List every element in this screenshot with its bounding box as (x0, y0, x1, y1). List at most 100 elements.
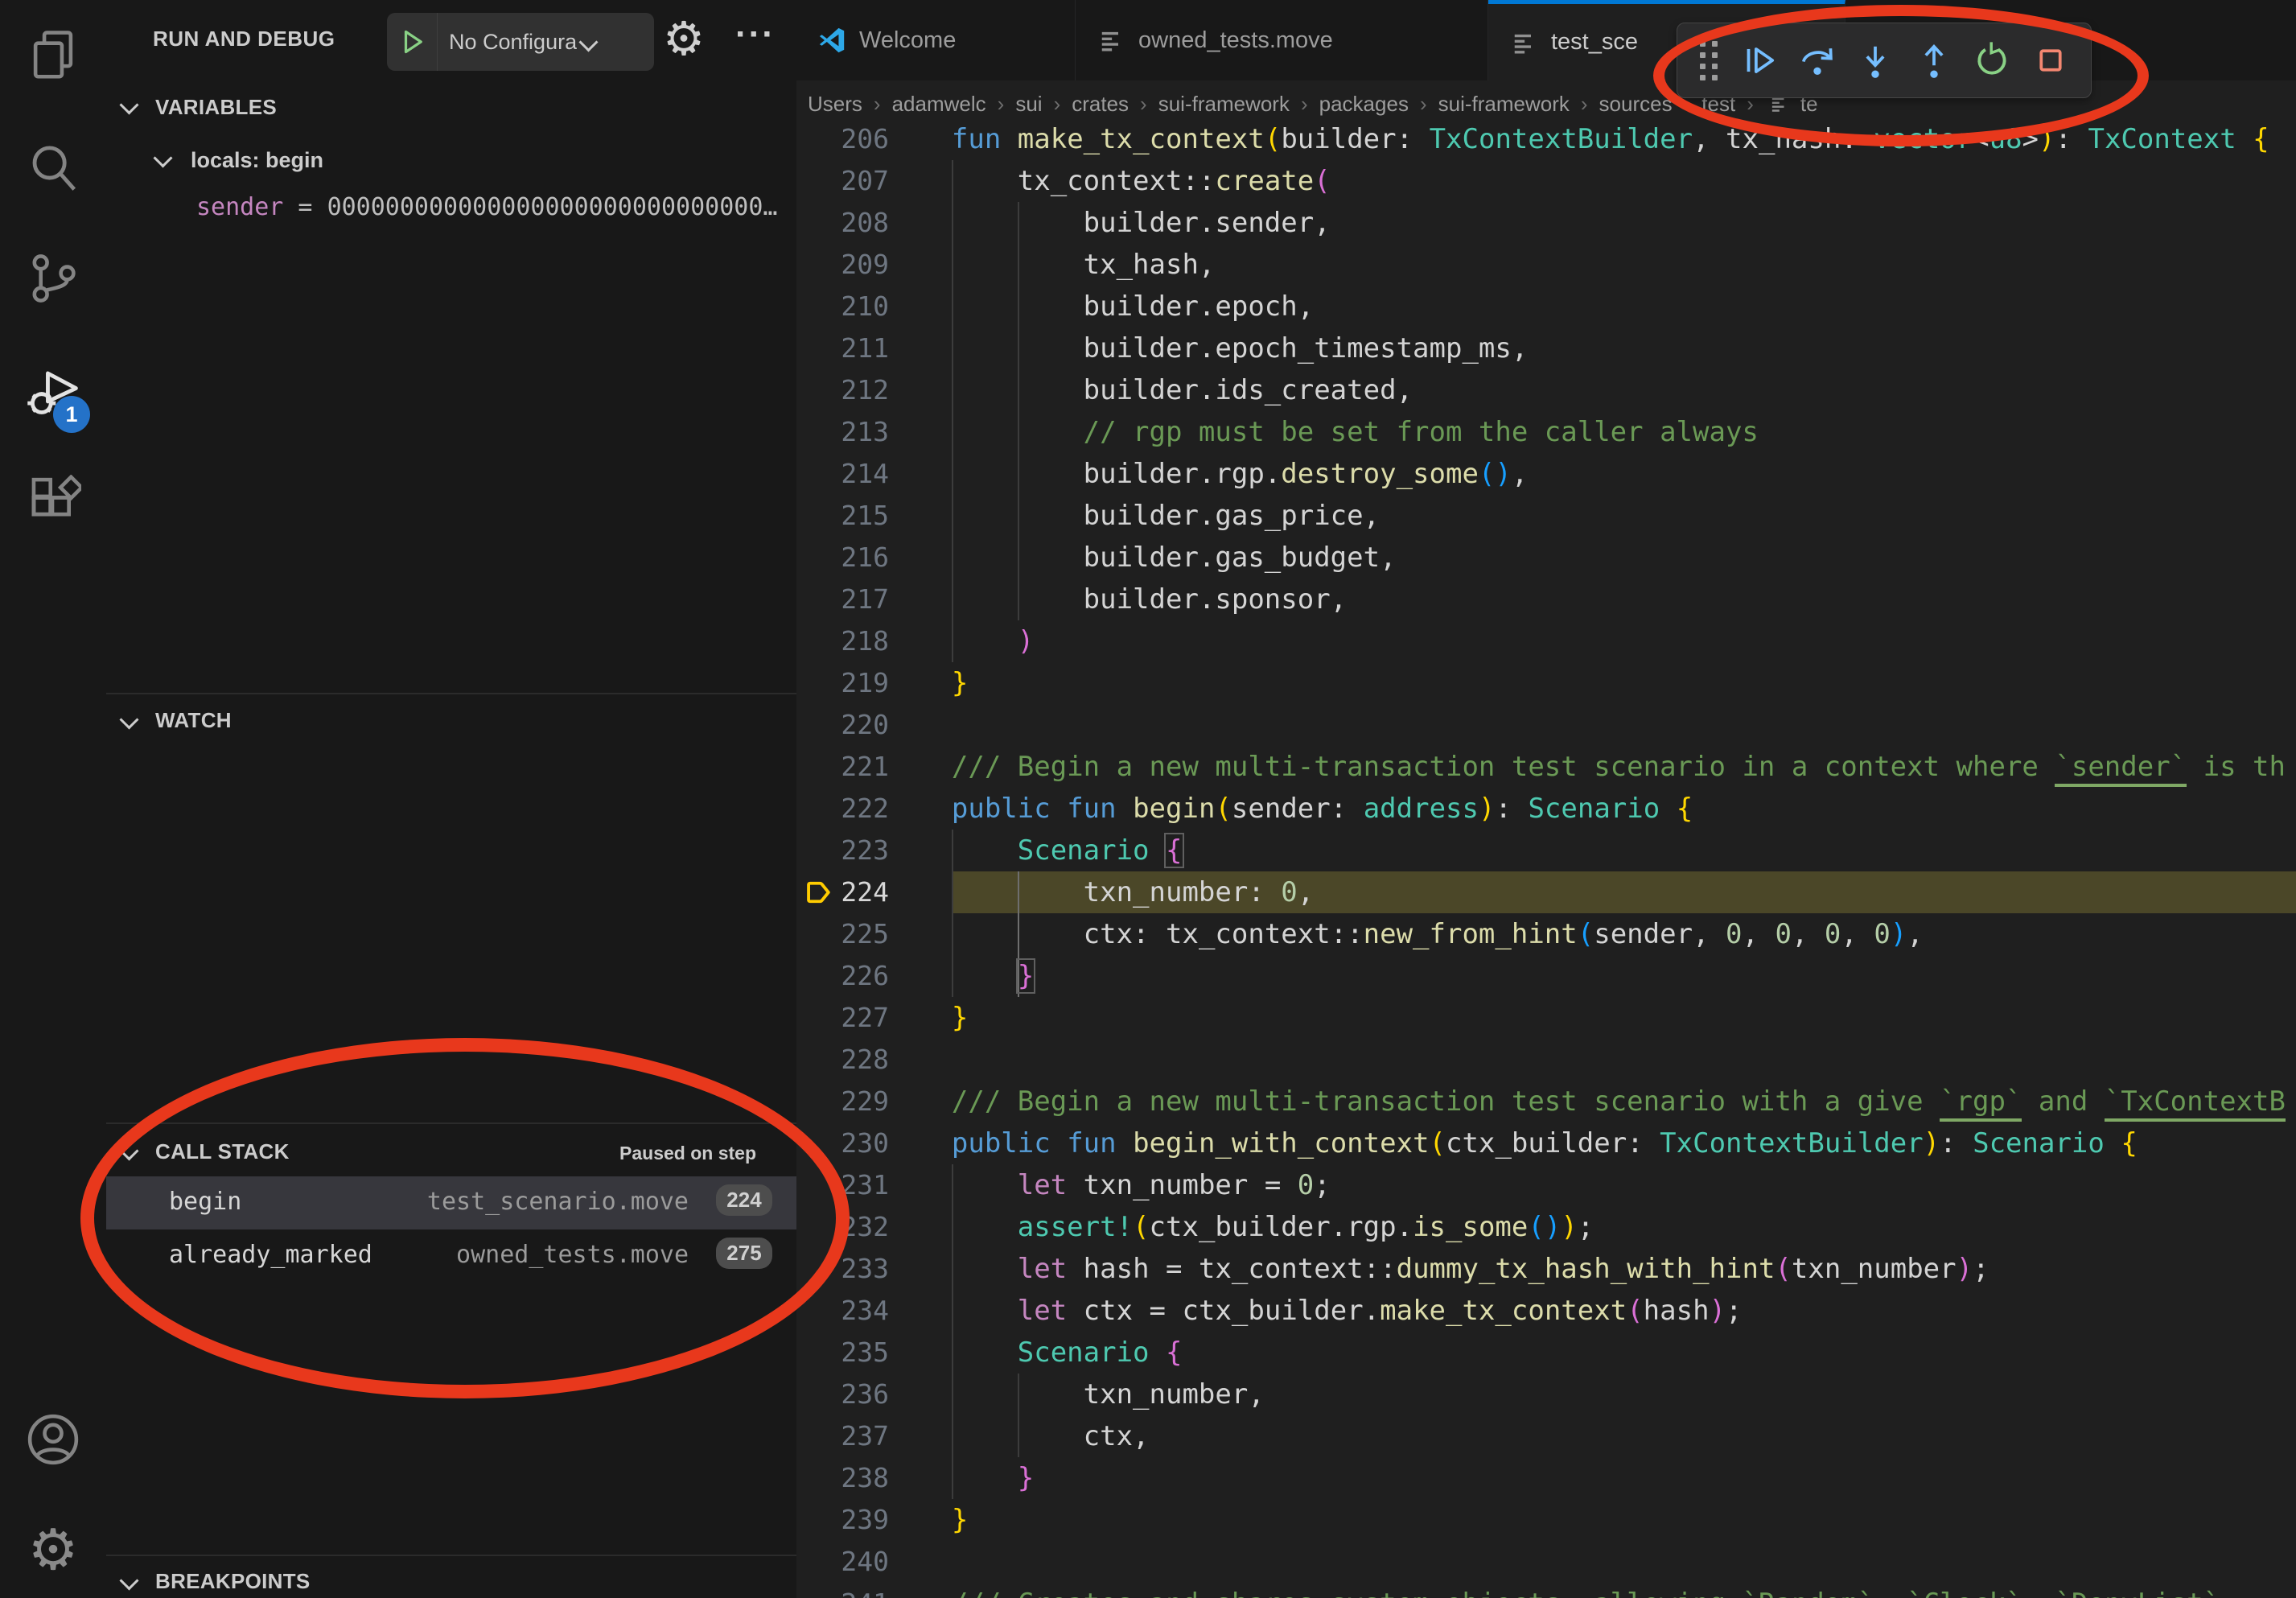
line-number-234[interactable]: 234 (796, 1290, 889, 1332)
code-line-227[interactable]: } (886, 997, 968, 1039)
variable-row[interactable]: sender = 000000000000000000000000000000… (196, 193, 777, 221)
debug-settings-gear-icon[interactable]: ⚙ (663, 11, 705, 66)
activity-item-source-control[interactable] (0, 234, 106, 323)
line-number-217[interactable]: 217 (796, 579, 889, 620)
code-line-217[interactable]: builder.sponsor, (886, 579, 1347, 620)
code-line-235[interactable]: Scenario { (886, 1332, 1183, 1374)
code-line-241[interactable]: /// Creates and shares system objects, a… (886, 1583, 2220, 1598)
tab-welcome[interactable]: Welcome (796, 0, 1076, 80)
line-number-232[interactable]: 232 (796, 1206, 889, 1248)
line-number-230[interactable]: 230 (796, 1122, 889, 1164)
code-line-232[interactable]: assert!(ctx_builder.rgp.is_some()); (886, 1206, 1594, 1248)
line-number-215[interactable]: 215 (796, 495, 889, 537)
line-number-239[interactable]: 239 (796, 1499, 889, 1541)
code-line-216[interactable]: builder.gas_budget, (886, 537, 1397, 579)
code-line-236[interactable]: txn_number, (886, 1374, 1265, 1415)
line-number-238[interactable]: 238 (796, 1457, 889, 1499)
stop-button[interactable] (2028, 35, 2073, 86)
line-number-209[interactable]: 209 (796, 244, 889, 286)
breadcrumb-item[interactable]: Users (808, 92, 862, 117)
step-over-button[interactable] (1795, 35, 1840, 86)
code-line-213[interactable]: // rgp must be set from the caller alway… (886, 411, 1759, 453)
code-line-210[interactable]: builder.epoch, (886, 286, 1314, 327)
variables-chevron-icon[interactable] (122, 98, 136, 116)
line-number-221[interactable]: 221 (796, 746, 889, 788)
line-number-218[interactable]: 218 (796, 620, 889, 662)
line-number-213[interactable]: 213 (796, 411, 889, 453)
code-line-237[interactable]: ctx, (886, 1415, 1150, 1457)
breakpoints-header[interactable]: BREAKPOINTS (155, 1569, 311, 1594)
line-number-211[interactable]: 211 (796, 327, 889, 369)
breadcrumb-item[interactable]: crates (1072, 92, 1129, 117)
call-stack-header[interactable]: CALL STACK (155, 1139, 290, 1164)
call-stack-chevron-icon[interactable] (122, 1144, 136, 1162)
breadcrumb-item[interactable]: packages (1319, 92, 1409, 117)
code-editor[interactable]: 206 fun make_tx_context(builder: TxConte… (796, 80, 2296, 1598)
line-number-240[interactable]: 240 (796, 1541, 889, 1583)
activity-item-run-and-debug[interactable] (0, 348, 106, 437)
line-number-237[interactable]: 237 (796, 1415, 889, 1457)
line-number-225[interactable]: 225 (796, 913, 889, 955)
restart-button[interactable] (1969, 35, 2014, 86)
breadcrumb-item[interactable]: sui-framework (1158, 92, 1290, 117)
line-number-233[interactable]: 233 (796, 1248, 889, 1290)
activity-item-extensions[interactable] (0, 459, 106, 547)
line-number-216[interactable]: 216 (796, 537, 889, 579)
code-line-211[interactable]: builder.epoch_timestamp_ms, (886, 327, 1528, 369)
line-number-219[interactable]: 219 (796, 662, 889, 704)
start-debug-button[interactable] (387, 13, 438, 71)
line-number-241[interactable]: 241 (796, 1583, 889, 1598)
breadcrumb-item[interactable]: adamwelc (892, 92, 986, 117)
code-line-238[interactable]: } (886, 1457, 1034, 1499)
line-number-222[interactable]: 222 (796, 788, 889, 830)
code-line-224[interactable]: txn_number: 0, (886, 871, 1314, 913)
breadcrumb-item[interactable]: sources (1599, 92, 1673, 117)
line-number-231[interactable]: 231 (796, 1164, 889, 1206)
code-line-207[interactable]: tx_context::create( (886, 160, 1331, 202)
code-line-230[interactable]: public fun begin_with_context(ctx_builde… (886, 1122, 2138, 1164)
code-line-219[interactable]: } (886, 662, 968, 704)
activity-item-explorer[interactable] (0, 11, 106, 100)
locals-chevron-icon[interactable] (156, 151, 170, 169)
code-line-209[interactable]: tx_hash, (886, 244, 1215, 286)
breadcrumb-item[interactable]: sui (1015, 92, 1042, 117)
line-number-207[interactable]: 207 (796, 160, 889, 202)
activity-item-settings[interactable]: ⚙ (0, 1505, 106, 1594)
code-line-233[interactable]: let hash = tx_context::dummy_tx_hash_wit… (886, 1248, 1989, 1290)
code-line-239[interactable]: } (886, 1499, 968, 1541)
variables-scope[interactable]: locals: begin (191, 148, 323, 173)
watch-chevron-icon[interactable] (122, 713, 136, 731)
breakpoints-chevron-icon[interactable] (122, 1574, 136, 1592)
toolbar-drag-handle[interactable] (1696, 35, 1723, 86)
code-line-214[interactable]: builder.rgp.destroy_some(), (886, 453, 1528, 495)
code-line-218[interactable]: ) (886, 620, 1034, 662)
line-number-208[interactable]: 208 (796, 202, 889, 244)
tab-owned-tests-move[interactable]: owned_tests.move (1076, 0, 1488, 80)
line-number-212[interactable]: 212 (796, 369, 889, 411)
code-line-229[interactable]: /// Begin a new multi-transaction test s… (886, 1081, 2286, 1122)
line-number-235[interactable]: 235 (796, 1332, 889, 1374)
continue-button[interactable] (1736, 35, 1781, 86)
code-line-223[interactable]: Scenario { (886, 830, 1183, 871)
code-line-234[interactable]: let ctx = ctx_builder.make_tx_context(ha… (886, 1290, 1743, 1332)
call-stack-frame-begin[interactable]: begintest_scenario.move224 (106, 1176, 796, 1229)
launch-configuration-dropdown[interactable]: No Configura (387, 13, 654, 71)
line-number-228[interactable]: 228 (796, 1039, 889, 1081)
line-number-220[interactable]: 220 (796, 704, 889, 746)
code-line-225[interactable]: ctx: tx_context::new_from_hint(sender, 0… (886, 913, 1924, 955)
line-number-227[interactable]: 227 (796, 997, 889, 1039)
code-line-231[interactable]: let txn_number = 0; (886, 1164, 1331, 1206)
call-stack-frame-already_marked[interactable]: already_markedowned_tests.move275 (106, 1229, 796, 1283)
variables-header[interactable]: VARIABLES (155, 95, 277, 120)
line-number-229[interactable]: 229 (796, 1081, 889, 1122)
step-out-button[interactable] (1911, 35, 1957, 86)
line-number-214[interactable]: 214 (796, 453, 889, 495)
line-number-223[interactable]: 223 (796, 830, 889, 871)
code-line-212[interactable]: builder.ids_created, (886, 369, 1413, 411)
breadcrumb-item[interactable]: sui-framework (1438, 92, 1570, 117)
line-number-210[interactable]: 210 (796, 286, 889, 327)
activity-item-search[interactable] (0, 124, 106, 212)
watch-header[interactable]: WATCH (155, 708, 232, 733)
code-line-215[interactable]: builder.gas_price, (886, 495, 1380, 537)
line-number-236[interactable]: 236 (796, 1374, 889, 1415)
